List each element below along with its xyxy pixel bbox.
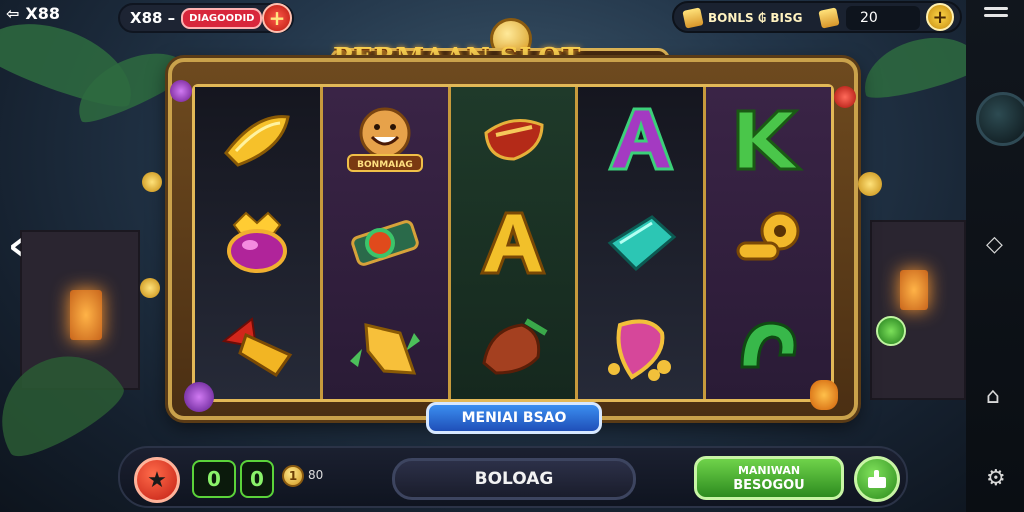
- plus-icon: +: [268, 6, 286, 30]
- back-arrow-icon: ⇦: [6, 4, 20, 23]
- gold-ticket-icon: [682, 7, 704, 29]
- teal-crystal-icon: [607, 215, 677, 272]
- letter-a-purple-icon: [607, 107, 674, 171]
- reel-cell: [578, 87, 703, 191]
- reel-cell: [195, 295, 320, 399]
- add-balance-button[interactable]: +: [262, 3, 292, 33]
- reel-cell: [195, 87, 320, 191]
- reel-cell: [451, 191, 576, 295]
- reel-1: [195, 87, 323, 399]
- window-right: [900, 270, 928, 310]
- bonus-symbol-text: BONMAIAG: [357, 160, 413, 170]
- reel-cell: [323, 295, 448, 399]
- floating-bubble-icon[interactable]: [976, 92, 1024, 146]
- back-button[interactable]: ⇦ X88: [6, 4, 60, 23]
- counter-two: 0: [240, 460, 274, 498]
- red-scroll-icon: [484, 119, 544, 161]
- red-gold-arrow-icon: [222, 317, 293, 378]
- settings-nav-icon[interactable]: ⚙: [986, 466, 1006, 491]
- reel-cell: [195, 191, 320, 295]
- balance-pill: DIAGOODID: [181, 7, 263, 29]
- balance-prefix: X88 –: [130, 9, 176, 27]
- purple-gem-icon: [184, 382, 214, 412]
- pink-pendant-icon: [607, 319, 671, 381]
- floating-coin-icon: [142, 172, 162, 192]
- green-horseshoe-icon: [740, 321, 797, 369]
- banana-icon: [224, 115, 291, 167]
- counter-one: 0: [192, 460, 236, 498]
- slot-frame: BONMAIAG: [168, 58, 858, 420]
- spin-label-line1: MANIWAN: [737, 464, 801, 477]
- floating-coin-icon: [140, 278, 160, 298]
- reel-cell: [578, 295, 703, 399]
- reel-cell: [323, 191, 448, 295]
- auto-play-button[interactable]: [854, 456, 900, 502]
- reel-2: BONMAIAG: [322, 87, 451, 399]
- green-orb-icon: [876, 316, 906, 346]
- floating-coin-icon: [858, 172, 882, 196]
- reel-3: [450, 87, 579, 399]
- reel-cell: [451, 295, 576, 399]
- reel-cell: [706, 191, 831, 295]
- top-bar: ⇦ X88 X88 – DIAGOODID + BONLS ₲ BISG 20 …: [0, 0, 966, 36]
- gold-key-icon: [736, 211, 800, 261]
- gold-leaf-icon: [350, 323, 421, 375]
- reel-cell: [578, 191, 703, 295]
- bonus-panel: BONLS ₲ BISG 20 +: [672, 1, 962, 33]
- balance-display: BOLOAG: [392, 458, 636, 500]
- hamburger-menu-icon[interactable]: [984, 7, 1008, 21]
- reel-4: [578, 87, 707, 399]
- coin-value: 20: [846, 6, 920, 30]
- gold-letter-a-icon: [479, 211, 547, 275]
- red-orb-icon: [834, 86, 856, 108]
- reel-cell: BONMAIAG: [323, 87, 448, 191]
- counter-two-value: 0: [250, 467, 264, 491]
- home-nav-icon[interactable]: ⌂: [986, 384, 1000, 409]
- gold-bar-icon: [818, 7, 840, 29]
- reel-cell: [706, 87, 831, 191]
- menu-button-label: MENIAI BSAO: [461, 410, 567, 426]
- reel-cell: [451, 87, 576, 191]
- star-icon: ★: [147, 467, 167, 493]
- coin-glyph: 1: [288, 469, 298, 483]
- add-coins-button[interactable]: +: [926, 3, 954, 31]
- favorite-button[interactable]: ★: [134, 457, 180, 503]
- counter-one-value: 0: [207, 467, 221, 491]
- bet-value: 80: [308, 468, 324, 482]
- balance-text: BOLOAG: [474, 469, 554, 489]
- bonus-label: BONLS ₲ BISG: [682, 7, 803, 29]
- red-bell-icon: [482, 318, 548, 375]
- gem-purple-icon: [227, 211, 288, 273]
- menu-button[interactable]: MENIAI BSAO: [426, 402, 602, 434]
- system-nav-strip: ◇ ⌂ ⚙: [966, 0, 1024, 512]
- spin-label-line2: BESOGOU: [733, 478, 805, 493]
- bottom-bar: ★ 0 0 1 80 BOLOAG MANIWAN BESOGOU: [118, 446, 908, 508]
- hand-icon: [868, 470, 886, 488]
- reel-5: [706, 87, 831, 399]
- bonus-label-text: BONLS ₲ BISG: [708, 11, 803, 25]
- bonus-face-icon: BONMAIAG: [347, 107, 424, 172]
- emerald-pipe-icon: [351, 220, 419, 266]
- diamond-nav-icon[interactable]: ◇: [986, 232, 1003, 257]
- previous-arrow-icon[interactable]: ‹: [8, 226, 24, 266]
- back-label: X88: [25, 4, 61, 23]
- spin-button[interactable]: MANIWAN BESOGOU: [694, 456, 844, 500]
- orange-gem-icon: [810, 380, 838, 410]
- window-left: [70, 290, 102, 340]
- reel-area: BONMAIAG: [192, 84, 834, 402]
- plus-icon: +: [932, 6, 948, 28]
- purple-orb-icon: [170, 80, 192, 102]
- coin-icon: 1: [282, 465, 304, 487]
- house-right: [870, 220, 966, 400]
- letter-k-green-icon: [736, 109, 804, 171]
